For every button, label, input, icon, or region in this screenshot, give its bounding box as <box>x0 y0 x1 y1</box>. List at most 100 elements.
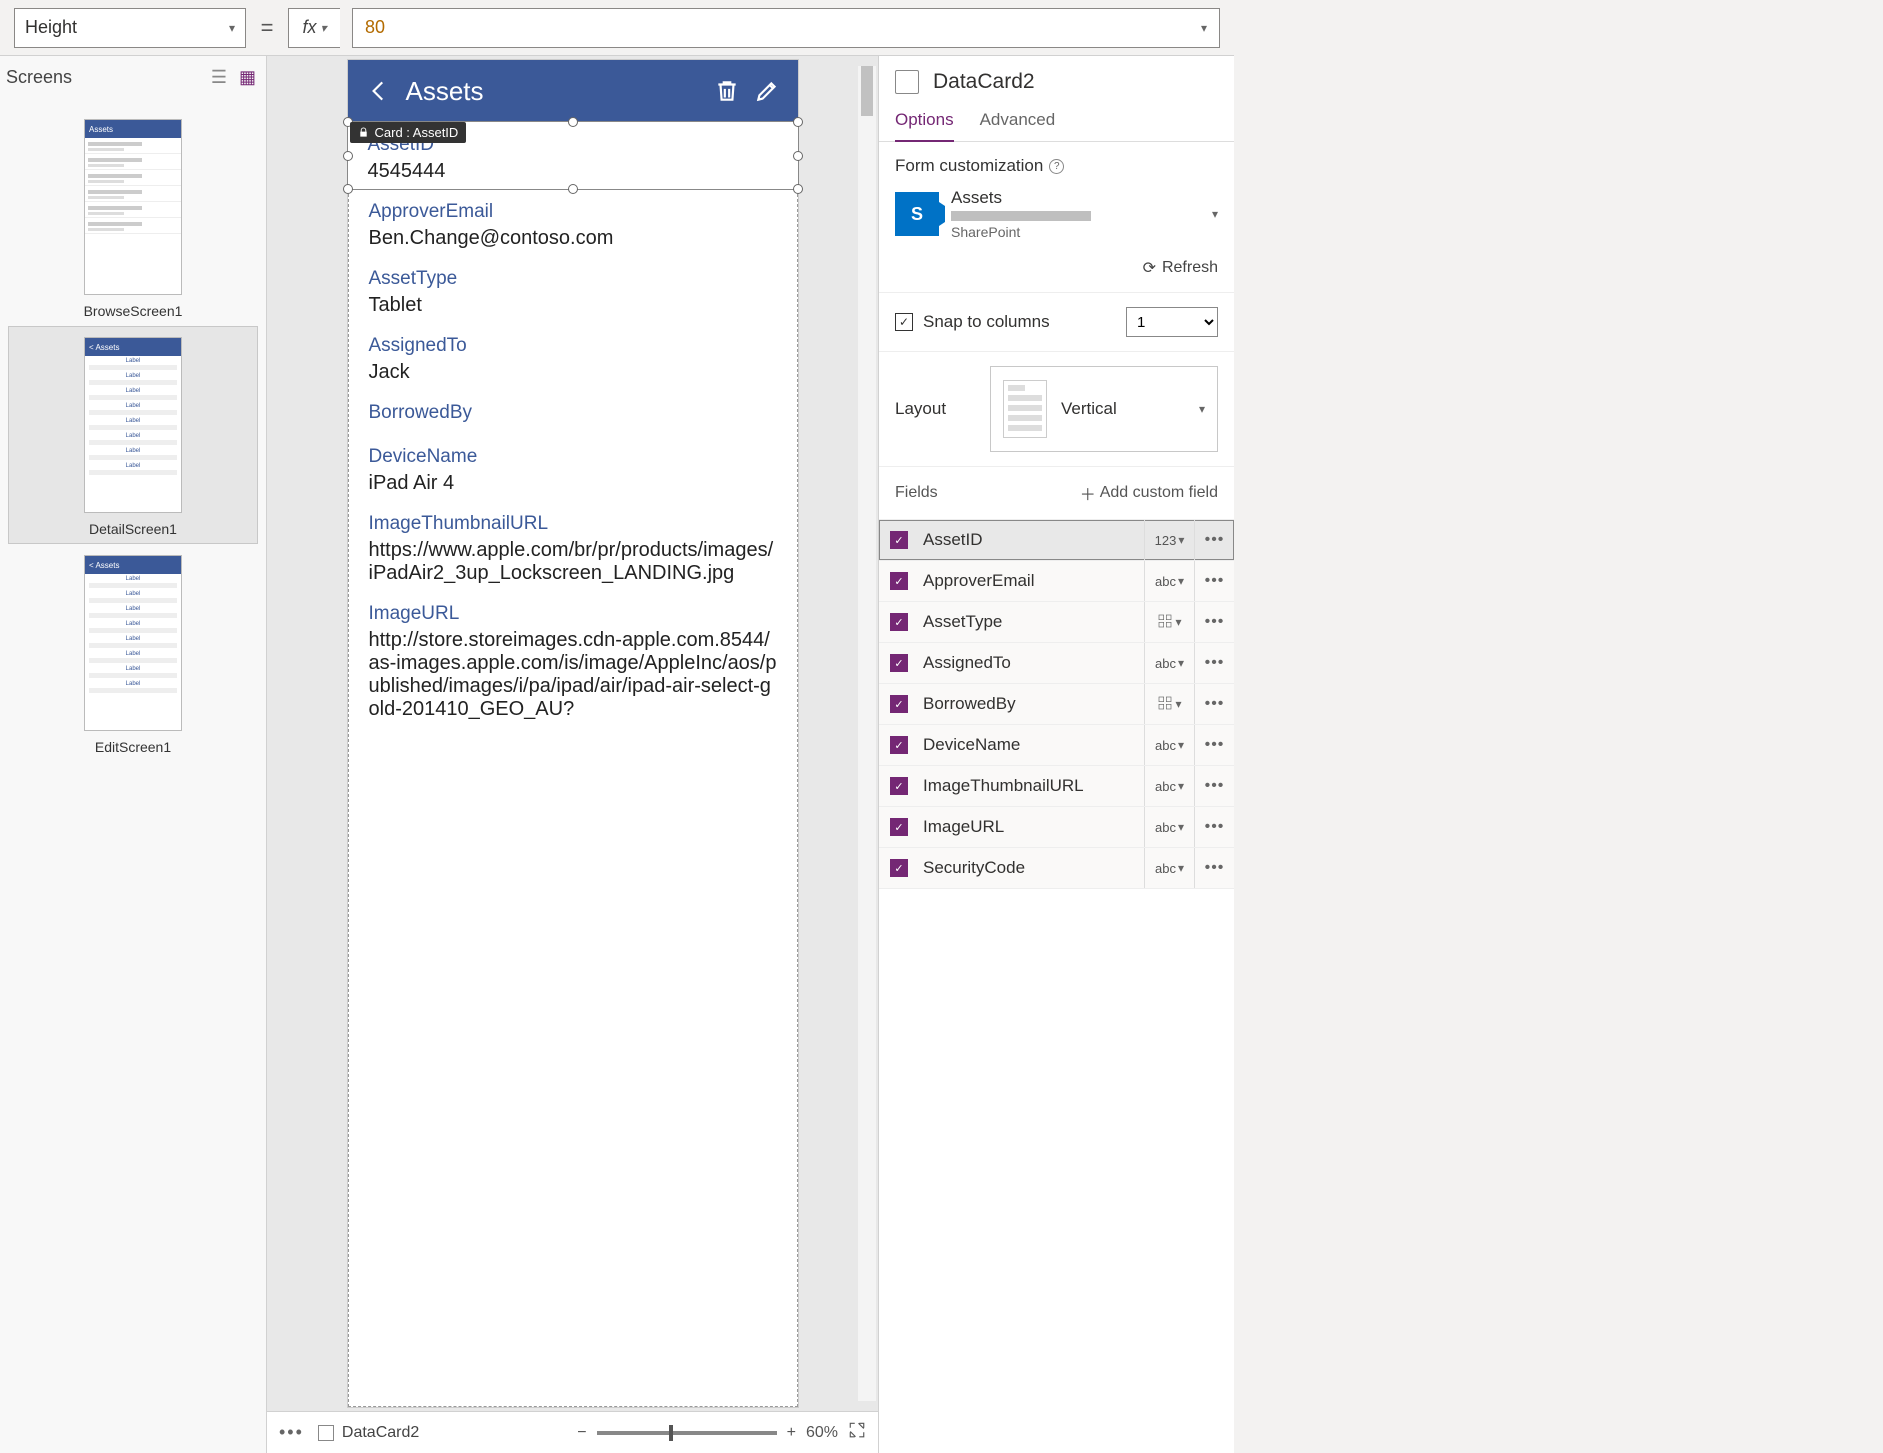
grid-view-icon[interactable]: ▦ <box>239 67 256 88</box>
canvas-area: Assets Card : AssetID <box>267 56 878 1453</box>
resize-handle[interactable] <box>568 184 578 194</box>
property-selector[interactable]: Height ▾ <box>14 8 246 48</box>
field-row[interactable]: ✓ AssignedTo abc ▾ ••• <box>879 643 1234 684</box>
property-name: Height <box>25 17 77 38</box>
field-type-selector[interactable]: abc ▾ <box>1144 848 1194 888</box>
field-name: AssetType <box>919 612 1144 632</box>
vertical-scrollbar[interactable] <box>858 66 876 1401</box>
resize-handle[interactable] <box>793 151 803 161</box>
layout-label: Layout <box>895 399 946 419</box>
selected-element-name: DataCard2 <box>933 70 1035 94</box>
tab-advanced[interactable]: Advanced <box>980 104 1056 141</box>
fit-to-screen-icon[interactable] <box>848 1421 866 1444</box>
field-more-button[interactable]: ••• <box>1194 643 1234 683</box>
field-checkbox[interactable]: ✓ <box>879 531 919 549</box>
field-checkbox[interactable]: ✓ <box>879 777 919 795</box>
layout-selector[interactable]: Vertical ▾ <box>990 366 1218 452</box>
columns-select[interactable]: 1 <box>1126 307 1218 337</box>
field-more-button[interactable]: ••• <box>1194 807 1234 847</box>
snap-checkbox[interactable]: ✓ <box>895 313 913 331</box>
resize-handle[interactable] <box>568 117 578 127</box>
field-type-selector[interactable]: ▾ <box>1144 602 1194 642</box>
screen-thumbnail[interactable]: < AssetsLabelLabelLabelLabelLabelLabelLa… <box>8 326 258 544</box>
field-more-button[interactable]: ••• <box>1194 520 1234 560</box>
field-row[interactable]: ✓ ImageThumbnailURL abc ▾ ••• <box>879 766 1234 807</box>
refresh-icon: ⟳ <box>1143 258 1156 278</box>
zoom-slider[interactable] <box>597 1431 777 1435</box>
properties-panel: DataCard2 Options Advanced Form customiz… <box>878 56 1234 1453</box>
resize-handle[interactable] <box>793 117 803 127</box>
refresh-button[interactable]: ⟳ Refresh <box>895 258 1218 278</box>
back-icon[interactable] <box>366 78 392 104</box>
resize-handle[interactable] <box>343 184 353 194</box>
field-row[interactable]: ✓ AssetID 123 ▾ ••• <box>879 520 1234 561</box>
card-value: 4545444 <box>368 160 778 183</box>
card-value: http://store.storeimages.cdn-apple.com.8… <box>369 629 777 721</box>
field-type-selector[interactable]: abc ▾ <box>1144 766 1194 806</box>
data-card[interactable]: AssetTypeTablet <box>349 256 797 323</box>
field-row[interactable]: ✓ SecurityCode abc ▾ ••• <box>879 848 1234 889</box>
field-type-selector[interactable]: abc ▾ <box>1144 807 1194 847</box>
field-checkbox[interactable]: ✓ <box>879 859 919 877</box>
field-more-button[interactable]: ••• <box>1194 561 1234 601</box>
field-type-selector[interactable]: ▾ <box>1144 684 1194 724</box>
app-title: Assets <box>406 76 484 107</box>
snap-label: Snap to columns <box>923 312 1050 332</box>
datasource-url <box>951 211 1091 221</box>
field-more-button[interactable]: ••• <box>1194 766 1234 806</box>
card-label: BorrowedBy <box>369 402 777 424</box>
more-icon[interactable]: ••• <box>279 1422 304 1443</box>
data-card[interactable]: BorrowedBy <box>349 390 797 434</box>
field-checkbox[interactable]: ✓ <box>879 654 919 672</box>
list-view-icon[interactable]: ☰ <box>211 67 227 88</box>
field-type-selector[interactable]: abc ▾ <box>1144 725 1194 765</box>
edit-icon[interactable] <box>754 78 780 104</box>
resize-handle[interactable] <box>343 151 353 161</box>
field-name: ApproverEmail <box>919 571 1144 591</box>
resize-handle[interactable] <box>793 184 803 194</box>
formula-input[interactable]: 80 ▾ <box>352 8 1220 48</box>
field-row[interactable]: ✓ ImageURL abc ▾ ••• <box>879 807 1234 848</box>
chevron-down-icon: ▾ <box>1201 21 1207 35</box>
screen-thumbnail[interactable]: < AssetsLabelLabelLabelLabelLabelLabelLa… <box>8 544 258 762</box>
field-more-button[interactable]: ••• <box>1194 848 1234 888</box>
help-icon[interactable]: ? <box>1049 159 1064 174</box>
field-name: ImageURL <box>919 817 1144 837</box>
field-row[interactable]: ✓ DeviceName abc ▾ ••• <box>879 725 1234 766</box>
field-checkbox[interactable]: ✓ <box>879 818 919 836</box>
data-card[interactable]: AssignedToJack <box>349 323 797 390</box>
field-checkbox[interactable]: ✓ <box>879 695 919 713</box>
card-label: AssetType <box>369 268 777 290</box>
add-custom-field-button[interactable]: ＋ Add custom field <box>1080 481 1218 505</box>
field-row[interactable]: ✓ ApproverEmail abc ▾ ••• <box>879 561 1234 602</box>
data-card[interactable]: DeviceNameiPad Air 4 <box>349 434 797 501</box>
datasource-selector[interactable]: S Assets SharePoint ▾ <box>895 188 1218 240</box>
field-row[interactable]: ✓ AssetType ▾ ••• <box>879 602 1234 643</box>
field-more-button[interactable]: ••• <box>1194 602 1234 642</box>
field-type-selector[interactable]: 123 ▾ <box>1144 520 1194 560</box>
fx-button[interactable]: fx ▾ <box>288 8 340 48</box>
field-more-button[interactable]: ••• <box>1194 684 1234 724</box>
field-type-selector[interactable]: abc ▾ <box>1144 561 1194 601</box>
zoom-out-button[interactable]: − <box>577 1424 586 1442</box>
card-value: https://www.apple.com/br/pr/products/ima… <box>369 539 777 585</box>
data-card[interactable]: ImageURLhttp://store.storeimages.cdn-app… <box>349 591 797 727</box>
delete-icon[interactable] <box>714 78 740 104</box>
field-more-button[interactable]: ••• <box>1194 725 1234 765</box>
card-label: ApproverEmail <box>369 201 777 223</box>
form-body[interactable]: ApproverEmailBen.Change@contoso.comAsset… <box>348 189 798 1407</box>
phone-preview[interactable]: Assets Card : AssetID <box>348 60 798 1407</box>
data-card[interactable]: ApproverEmailBen.Change@contoso.com <box>349 189 797 256</box>
field-checkbox[interactable]: ✓ <box>879 572 919 590</box>
field-checkbox[interactable]: ✓ <box>879 613 919 631</box>
data-card[interactable]: ImageThumbnailURLhttps://www.apple.com/b… <box>349 501 797 591</box>
datasource-name: Assets <box>951 188 1200 208</box>
screen-thumbnail[interactable]: AssetsBrowseScreen1 <box>8 108 258 326</box>
app-header: Assets <box>348 60 798 122</box>
field-row[interactable]: ✓ BorrowedBy ▾ ••• <box>879 684 1234 725</box>
zoom-in-button[interactable]: + <box>787 1424 796 1442</box>
field-type-selector[interactable]: abc ▾ <box>1144 643 1194 683</box>
field-checkbox[interactable]: ✓ <box>879 736 919 754</box>
breadcrumb[interactable]: DataCard2 <box>318 1424 419 1442</box>
tab-options[interactable]: Options <box>895 104 954 142</box>
